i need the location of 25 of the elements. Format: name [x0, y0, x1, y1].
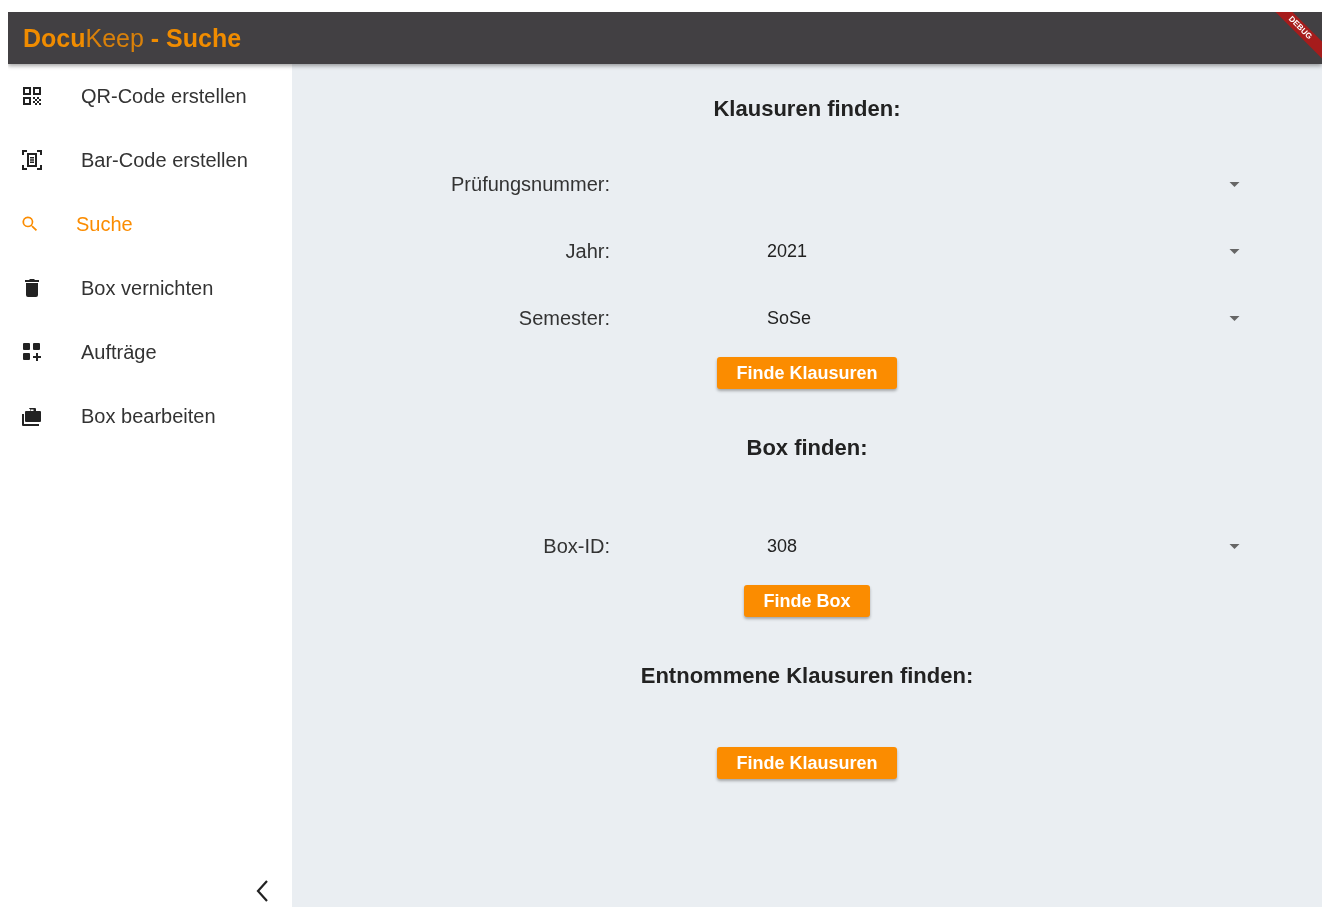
qr-code-icon — [20, 84, 44, 108]
dropdown-arrow-icon — [1229, 544, 1240, 549]
dropdown-arrow-icon — [1229, 316, 1240, 321]
field-label: Box-ID: — [542, 535, 610, 558]
chevron-left-icon[interactable] — [256, 879, 270, 903]
dropdown-arrow-icon — [1229, 182, 1240, 187]
section-heading: Entnommene Klausuren finden: — [640, 662, 974, 690]
app-title: DocuKeep - Suche — [23, 23, 242, 53]
sidebar-item[interactable]: Aufträge — [8, 320, 292, 384]
section-heading: Box finden: — [746, 434, 868, 462]
dropdown-field[interactable]: 2021 — [767, 231, 1240, 272]
search-icon — [20, 214, 40, 234]
sidebar-item[interactable]: Box bearbeiten — [8, 384, 292, 448]
section-heading: Klausuren finden: — [713, 95, 901, 123]
sidebar-item[interactable]: Box vernichten — [8, 256, 292, 320]
dropdown-arrow-icon — [1229, 249, 1240, 254]
grid-plus-icon — [20, 340, 44, 364]
dropdown-field[interactable]: SoSe — [767, 298, 1240, 339]
sidebar-item[interactable]: Bar-Code erstellen — [8, 128, 292, 192]
field-label: Prüfungsnummer: — [450, 173, 610, 196]
document-frame-icon — [20, 148, 44, 172]
field-label: Semester: — [517, 307, 610, 330]
dropdown-field[interactable]: 308 — [767, 526, 1240, 567]
sidebar-item[interactable]: QR-Code erstellen — [8, 64, 292, 128]
field-label: Jahr: — [564, 240, 610, 263]
